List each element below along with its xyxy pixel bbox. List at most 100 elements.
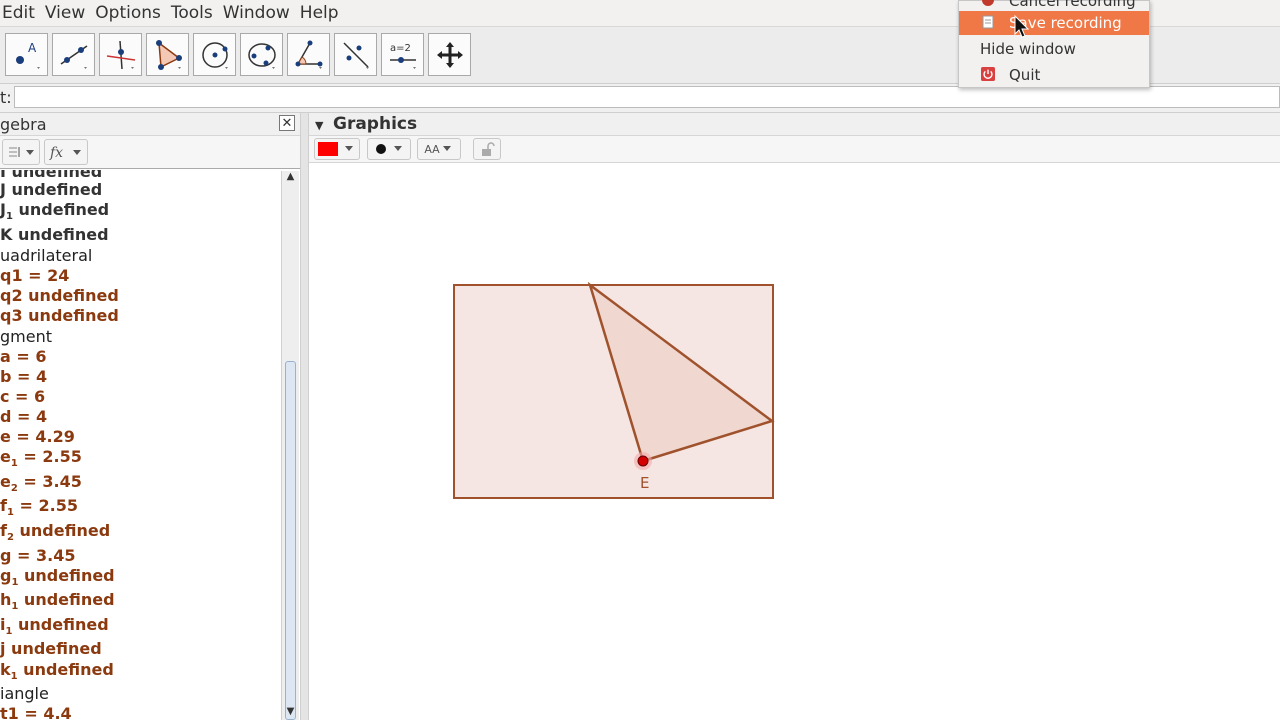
graphics-canvas[interactable]: E: [309, 163, 1280, 720]
perpendicular-tool-button[interactable]: [99, 33, 142, 76]
algebra-row-text: f: [0, 496, 7, 515]
label-style-dropdown-button[interactable]: AA: [417, 138, 461, 160]
algebra-object-row[interactable]: K undefined: [0, 225, 109, 244]
algebra-object-row[interactable]: t1 = 4.4: [0, 704, 72, 720]
algebra-object-row[interactable]: J1 undefined: [0, 200, 109, 222]
move-arrows-icon: [436, 41, 463, 68]
scroll-down-icon[interactable]: ▼: [282, 706, 299, 720]
algebra-row-text: q3 undefined: [0, 306, 119, 325]
reflect-tool-button[interactable]: [334, 33, 377, 76]
algebra-row-text: gment: [0, 327, 52, 346]
menu-options[interactable]: Options: [95, 3, 171, 23]
scroll-thumb[interactable]: [285, 361, 296, 720]
algebra-category-header: uadrilateral: [0, 246, 92, 265]
menu-edit[interactable]: Edit: [2, 3, 45, 23]
algebra-row-text: g: [0, 566, 12, 585]
angle-tool-button[interactable]: [287, 33, 330, 76]
algebra-row-value: = 3.45: [17, 472, 82, 491]
algebra-object-row[interactable]: J undefined: [0, 180, 102, 199]
algebra-category-header: iangle: [0, 684, 49, 703]
algebra-style-bar: fx: [0, 136, 300, 169]
view-divider[interactable]: [301, 113, 309, 720]
sort-dropdown-button[interactable]: [2, 139, 40, 165]
point-e[interactable]: [637, 455, 649, 467]
algebra-row-value: = 2.55: [13, 496, 78, 515]
algebra-object-row[interactable]: q2 undefined: [0, 286, 119, 305]
algebra-object-row[interactable]: e = 4.29: [0, 427, 75, 446]
menu-tools[interactable]: Tools: [171, 3, 223, 23]
algebra-row-value: undefined: [12, 200, 110, 219]
algebra-object-row[interactable]: q1 = 24: [0, 266, 69, 285]
algebra-row-value: undefined: [17, 660, 114, 679]
menu-help[interactable]: Help: [300, 3, 349, 23]
document-icon: [982, 15, 994, 29]
algebra-row-subscript: 1: [10, 671, 18, 682]
slider-tool-button[interactable]: a=2: [381, 33, 424, 76]
unlock-icon: [482, 142, 495, 156]
conic-tool-button[interactable]: [240, 33, 283, 76]
algebra-row-subscript: 2: [6, 532, 14, 543]
algebra-row-text: f: [0, 521, 7, 540]
algebra-object-row[interactable]: g1 undefined: [0, 566, 115, 588]
algebra-row-text: e = 4.29: [0, 427, 75, 446]
point-e-label: E: [640, 474, 649, 492]
menu-view[interactable]: View: [45, 3, 95, 23]
point-tool-button[interactable]: A: [5, 33, 48, 76]
algebra-object-row[interactable]: g = 3.45: [0, 546, 75, 565]
algebra-scrollbar[interactable]: ▲ ▼: [281, 171, 299, 720]
geometry-drawing: E: [453, 281, 775, 499]
algebra-object-row[interactable]: h1 undefined: [0, 590, 115, 612]
point-icon: A: [15, 41, 40, 69]
circle-tool-button[interactable]: [193, 33, 236, 76]
color-swatch-icon: [318, 142, 353, 156]
record-icon: [982, 0, 994, 6]
algebra-object-row[interactable]: c = 6: [0, 387, 45, 406]
algebra-object-row[interactable]: q3 undefined: [0, 306, 119, 325]
algebra-row-text: q2 undefined: [0, 286, 119, 305]
close-icon[interactable]: ✕: [279, 115, 295, 131]
polygon-icon: [155, 39, 182, 70]
algebra-row-text: d = 4: [0, 407, 48, 426]
move-graphics-tool-button[interactable]: [428, 33, 471, 76]
graphics-title: Graphics: [333, 114, 418, 134]
reflect-icon: [342, 41, 369, 69]
svg-text:A: A: [28, 41, 37, 55]
input-field[interactable]: [14, 86, 1280, 108]
algebra-row-text: e: [0, 472, 11, 491]
polygon-tool-button[interactable]: [146, 33, 189, 76]
algebra-object-row[interactable]: a = 6: [0, 347, 46, 366]
function-dropdown-button[interactable]: fx: [44, 139, 88, 165]
algebra-object-row[interactable]: e2 = 3.45: [0, 472, 82, 494]
algebra-list: I undefined J undefined J1 undefined K unde…: [0, 170, 280, 720]
algebra-object-row[interactable]: f2 undefined: [0, 521, 110, 543]
algebra-object-row[interactable]: j undefined: [0, 639, 102, 658]
algebra-title-bar: gebra ✕: [0, 113, 300, 136]
collapse-triangle-icon[interactable]: ▼: [315, 119, 323, 132]
algebra-object-row[interactable]: f1 = 2.55: [0, 496, 78, 518]
menu-item-save-recording[interactable]: Save recording: [959, 11, 1149, 35]
algebra-object-row[interactable]: b = 4: [0, 367, 47, 386]
algebra-row-text: e: [0, 447, 11, 466]
algebra-row-text: g = 3.45: [0, 546, 76, 565]
point-style-dropdown-button[interactable]: [367, 138, 411, 160]
scroll-up-icon[interactable]: ▲: [282, 171, 299, 185]
svg-text:fx: fx: [49, 145, 63, 161]
algebra-row-text: b = 4: [0, 367, 48, 386]
line-tool-button[interactable]: [52, 33, 95, 76]
circle-icon: [201, 41, 228, 69]
algebra-row-text: iangle: [0, 684, 49, 703]
lock-button[interactable]: [473, 138, 501, 160]
point-style-icon: [376, 144, 402, 154]
menu-window[interactable]: Window: [223, 3, 300, 23]
algebra-object-row[interactable]: k1 undefined: [0, 660, 114, 682]
line-icon: [60, 44, 87, 69]
menu-item-hide-window[interactable]: Hide window: [959, 37, 1149, 61]
algebra-row-text: t1 = 4.4: [0, 704, 72, 720]
algebra-row-value: undefined: [13, 521, 111, 540]
color-dropdown-button[interactable]: [314, 138, 360, 160]
algebra-object-row[interactable]: i1 undefined: [0, 615, 109, 637]
mouse-cursor-icon: [1014, 14, 1030, 38]
algebra-object-row[interactable]: e1 = 2.55: [0, 447, 82, 469]
menu-item-quit[interactable]: Quit: [959, 63, 1149, 87]
algebra-object-row[interactable]: d = 4: [0, 407, 47, 426]
